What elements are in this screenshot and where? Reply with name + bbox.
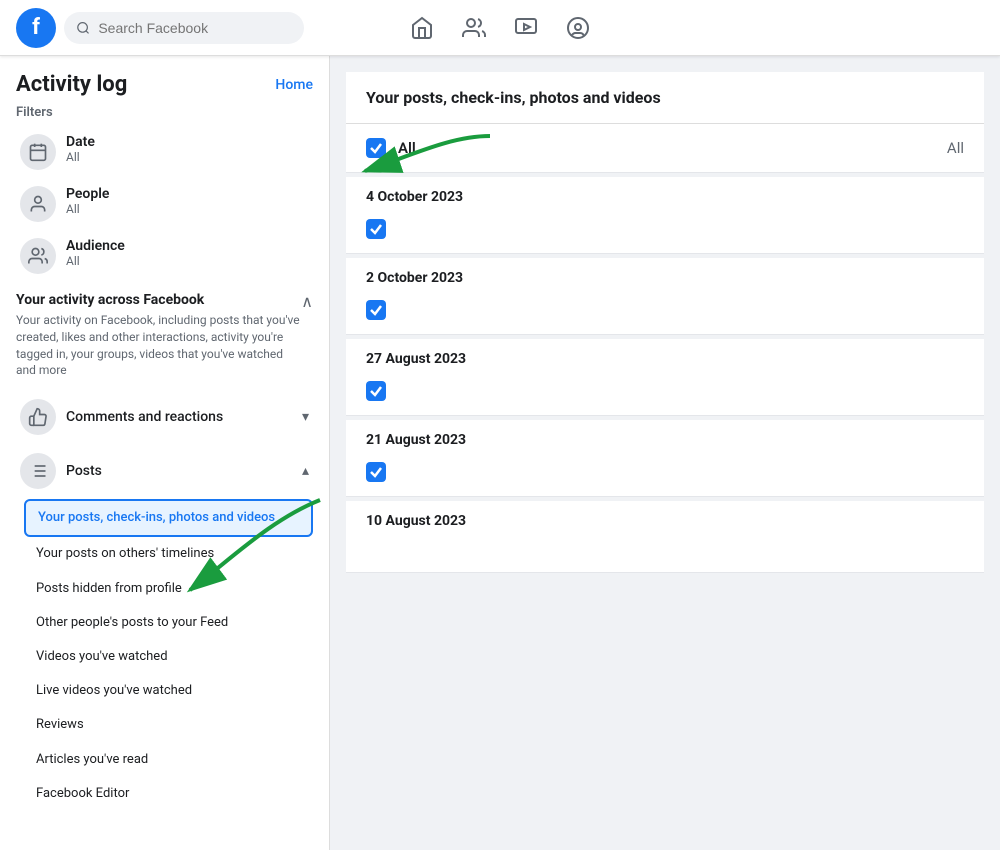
search-icon [76, 20, 90, 36]
sub-item-fb-editor[interactable]: Facebook Editor [24, 777, 313, 811]
date-icon [20, 134, 56, 170]
date-header-2: 2 October 2023 [346, 258, 984, 290]
comments-reactions-label: Comments and reactions [66, 409, 223, 425]
date-checkbox-4[interactable] [366, 462, 386, 482]
sub-item-posts-others[interactable]: Your posts on others' timelines [24, 537, 313, 571]
sub-item-reviews[interactable]: Reviews [24, 708, 313, 742]
filter-date[interactable]: Date All [16, 128, 313, 176]
comments-reactions-left: Comments and reactions [20, 399, 223, 435]
your-activity-desc: Your activity on Facebook, including pos… [16, 312, 301, 379]
search-input[interactable] [98, 20, 292, 36]
date-row-5 [346, 533, 984, 573]
main-layout: Activity log Home Filters Date All Peopl… [0, 56, 1000, 850]
date-checkbox-2[interactable] [366, 300, 386, 320]
posts-icon [20, 453, 56, 489]
home-link[interactable]: Home [275, 77, 313, 93]
posts-cat-left: Posts [20, 453, 102, 489]
top-nav: f [0, 0, 1000, 56]
all-label: All [398, 139, 416, 157]
home-nav-button[interactable] [398, 4, 446, 52]
search-bar[interactable] [64, 12, 304, 44]
date-checkbox-3[interactable] [366, 381, 386, 401]
content-card: Your posts, check-ins, photos and videos… [346, 72, 984, 573]
date-section-3: 27 August 2023 [346, 335, 984, 416]
date-header-3: 27 August 2023 [346, 339, 984, 371]
sidebar-title: Activity log [16, 72, 127, 97]
profile-nav-button[interactable] [554, 4, 602, 52]
filter-audience[interactable]: Audience All [16, 232, 313, 280]
date-section-4: 21 August 2023 [346, 416, 984, 497]
date-header-5: 10 August 2023 [346, 501, 984, 533]
sub-item-articles[interactable]: Articles you've read [24, 743, 313, 777]
all-checkbox[interactable] [366, 138, 386, 158]
posts-label: Posts [66, 463, 102, 479]
date-checkbox-1[interactable] [366, 219, 386, 239]
date-row-2 [346, 290, 984, 335]
thumbs-up-icon [20, 399, 56, 435]
date-row-3 [346, 371, 984, 416]
filter-audience-text: Audience All [66, 238, 125, 268]
sidebar: Activity log Home Filters Date All Peopl… [0, 56, 330, 850]
nav-icons [398, 4, 602, 52]
filter-people[interactable]: People All [16, 180, 313, 228]
date-section-1: 4 October 2023 [346, 173, 984, 254]
sub-item-hidden-posts[interactable]: Posts hidden from profile [24, 572, 313, 606]
filters-label: Filters [16, 105, 313, 120]
date-row-1 [346, 209, 984, 254]
date-section-5: 10 August 2023 [346, 497, 984, 573]
comments-reactions-category[interactable]: Comments and reactions ▾ [16, 391, 313, 443]
posts-category[interactable]: Posts ▴ [16, 445, 313, 497]
sub-item-others-posts[interactable]: Other people's posts to your Feed [24, 606, 313, 640]
sidebar-header: Activity log Home [16, 72, 313, 97]
date-header-1: 4 October 2023 [346, 177, 984, 209]
sub-item-videos-watched[interactable]: Videos you've watched [24, 640, 313, 674]
friends-nav-button[interactable] [450, 4, 498, 52]
sub-item-your-posts[interactable]: Your posts, check-ins, photos and videos [24, 499, 313, 537]
people-icon [20, 186, 56, 222]
your-activity-section: Your activity across Facebook Your activ… [16, 292, 313, 811]
posts-chevron: ▴ [302, 463, 309, 479]
your-activity-header: Your activity across Facebook [16, 292, 301, 308]
filter-people-text: People All [66, 186, 109, 216]
date-section-2: 2 October 2023 [346, 254, 984, 335]
audience-icon [20, 238, 56, 274]
posts-sub-items: Your posts, check-ins, photos and videos… [16, 499, 313, 811]
watch-nav-button[interactable] [502, 4, 550, 52]
sub-item-live-videos[interactable]: Live videos you've watched [24, 674, 313, 708]
collapse-button[interactable]: ∧ [301, 292, 313, 312]
section-title: Your posts, check-ins, photos and videos [346, 72, 984, 124]
main-content: Your posts, check-ins, photos and videos… [330, 56, 1000, 850]
all-row: All All [346, 124, 984, 173]
all-value: All [947, 139, 964, 157]
date-row-4 [346, 452, 984, 497]
comments-reactions-chevron: ▾ [302, 409, 309, 425]
facebook-logo[interactable]: f [16, 8, 56, 48]
date-header-4: 21 August 2023 [346, 420, 984, 452]
all-row-left: All [366, 138, 416, 158]
filter-date-text: Date All [66, 134, 95, 164]
